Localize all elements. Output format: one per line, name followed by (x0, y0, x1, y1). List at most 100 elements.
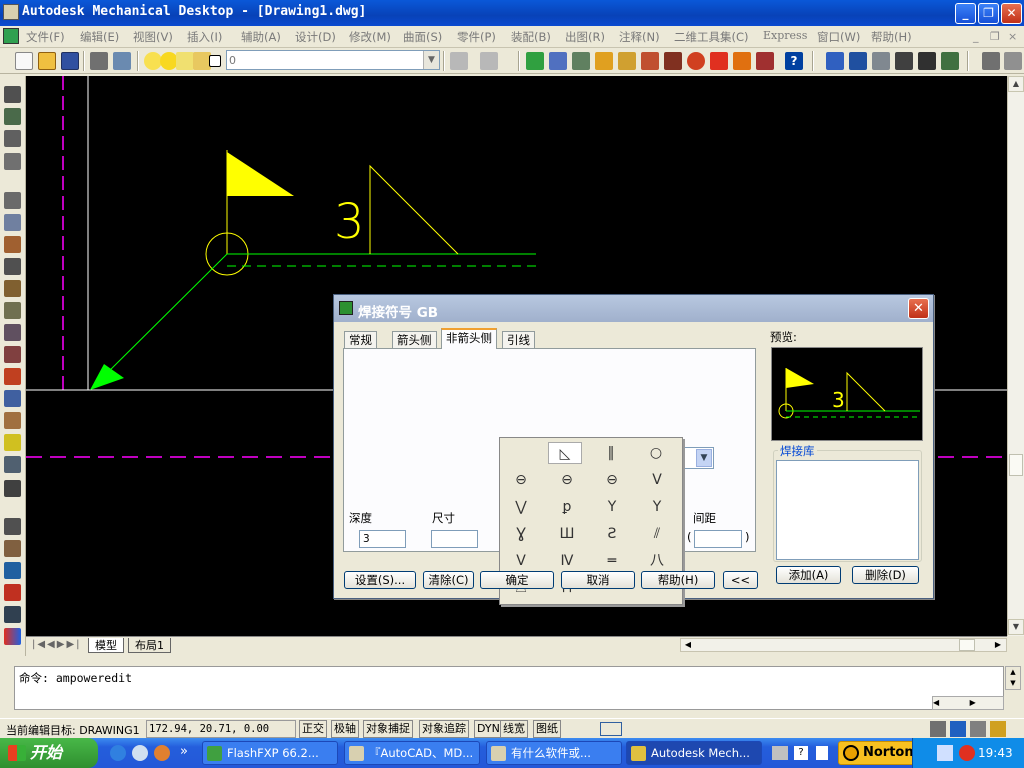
mdi-minimize-button[interactable]: _ (973, 30, 979, 43)
coordinates-readout[interactable]: 172.94, 20.71, 0.00 (146, 720, 296, 738)
menu-edit[interactable]: 编辑(E) (80, 29, 119, 45)
fill-icon[interactable] (687, 52, 705, 70)
brush-icon[interactable] (595, 52, 613, 70)
chevron-down-icon[interactable]: ▼ (696, 449, 712, 467)
help-icon[interactable]: ? (785, 52, 803, 70)
command-scroll[interactable]: ▲ ▼ (1005, 666, 1021, 690)
flag-icon[interactable] (664, 52, 682, 70)
menu-drawing[interactable]: 出图(R) (565, 29, 605, 45)
new-file-icon[interactable] (15, 52, 33, 70)
paint-icon[interactable] (641, 52, 659, 70)
symbol-u-groove[interactable]: Ⅴ (504, 550, 538, 572)
restore-button[interactable]: ❐ (978, 3, 999, 24)
spacing-input[interactable] (694, 530, 742, 548)
toolbar-lock-icon[interactable] (970, 721, 986, 737)
tool-icon[interactable] (733, 52, 751, 70)
mate-icon[interactable] (4, 540, 21, 557)
outlook-icon[interactable] (132, 745, 148, 761)
menu-assembly[interactable]: 装配(B) (511, 29, 551, 45)
mdi-restore-button[interactable]: ❐ (990, 30, 1000, 43)
menu-insert[interactable]: 插入(I) (187, 29, 222, 45)
symbol-surfacing[interactable]: Ƨ (595, 523, 629, 545)
symbol-bevel-groove[interactable]: ⋁ (504, 496, 538, 518)
insert-icon[interactable] (4, 584, 21, 601)
assembly-icon[interactable] (1004, 52, 1022, 70)
fillet-icon[interactable] (4, 368, 21, 385)
inspect-icon[interactable] (756, 52, 774, 70)
minimize-button[interactable]: _ (955, 3, 976, 24)
split-icon[interactable] (4, 480, 21, 497)
keyboard-icon[interactable] (772, 746, 788, 760)
settings-button[interactable]: 设置(S)... (344, 571, 416, 589)
open-folder-icon[interactable] (38, 52, 56, 70)
help-tray-icon[interactable]: ? (794, 746, 808, 760)
app-quicklaunch-icon[interactable] (154, 745, 170, 761)
named-views-icon[interactable] (895, 52, 913, 70)
hole-icon[interactable] (4, 324, 21, 341)
tab-model[interactable]: 模型 (88, 638, 124, 653)
scroll-right-button[interactable]: ▶ (991, 639, 1005, 651)
menu-help[interactable]: 帮助(H) (871, 29, 912, 45)
menu-window[interactable]: 窗口(W) (817, 29, 860, 45)
task-flashfxp[interactable]: FlashFXP 66.2... (202, 741, 338, 765)
shell-icon[interactable] (4, 412, 21, 429)
ortho-toggle[interactable]: 正交 (299, 720, 327, 738)
tab-layout1[interactable]: 布局1 (128, 638, 171, 653)
size-input[interactable] (431, 530, 478, 548)
symbol-y-groove[interactable]: Y (595, 496, 629, 518)
zoom-window-icon[interactable] (872, 52, 890, 70)
sweep-icon[interactable] (4, 280, 21, 297)
chevron-right-icon[interactable]: » (180, 744, 188, 759)
document-edit-icon[interactable] (549, 52, 567, 70)
scroll-left-button[interactable]: ◀ (681, 639, 695, 651)
tab-leader[interactable]: 引线 (502, 331, 535, 349)
tab-other-side[interactable]: 非箭头侧 (441, 328, 497, 349)
menu-assist[interactable]: 辅助(A) (241, 29, 281, 45)
tab-navigation-arrows[interactable]: |◀◀▶▶| (32, 639, 82, 650)
pencil-icon[interactable] (526, 52, 544, 70)
tab-general[interactable]: 常规 (344, 331, 377, 349)
symbol-bevel-root[interactable]: ꝑ (550, 496, 584, 518)
menu-2d-tools[interactable]: 二维工具集(C) (674, 29, 749, 45)
osnap-toggle[interactable]: 对象捕捉 (363, 720, 413, 738)
tab-arrow-side[interactable]: 箭头侧 (392, 331, 437, 349)
command-hscroll[interactable]: ◀ ▶ (932, 696, 1004, 710)
dimension-icon[interactable] (4, 214, 21, 231)
paper-toggle[interactable]: 图纸 (533, 720, 561, 738)
dialog-title-bar[interactable]: 焊接符号 GB ✕ (334, 295, 933, 322)
polar-toggle[interactable]: 极轴 (331, 720, 359, 738)
scroll-thumb[interactable] (1009, 454, 1023, 476)
ie-icon[interactable] (110, 745, 126, 761)
thread-icon[interactable] (4, 346, 21, 363)
wrench-icon[interactable] (930, 721, 946, 737)
scroll-thumb-horizontal[interactable] (959, 639, 975, 651)
symbol-fold[interactable]: ═ (595, 550, 629, 572)
viewport-icon[interactable] (600, 722, 622, 736)
extrude-icon[interactable] (4, 236, 21, 253)
symbol-half-y[interactable]: Ɣ (504, 523, 538, 545)
menu-part[interactable]: 零件(P) (457, 29, 496, 45)
command-history[interactable]: 命令: ampoweredit (14, 666, 1004, 710)
menu-modify[interactable]: 修改(M) (349, 29, 391, 45)
menu-surface[interactable]: 曲面(S) (403, 29, 442, 45)
dyn-toggle[interactable]: DYN (474, 720, 503, 738)
padlock-icon[interactable] (990, 721, 1006, 737)
task-software-question[interactable]: 有什么软件或... (486, 741, 622, 765)
chamfer-icon[interactable] (4, 390, 21, 407)
menu-express[interactable]: Express (763, 29, 807, 42)
mdi-close-button[interactable]: × (1008, 30, 1017, 43)
zoom-icon[interactable] (849, 52, 867, 70)
add-button[interactable]: 添加(A) (776, 566, 841, 584)
security-icon[interactable] (959, 745, 975, 761)
save-icon[interactable] (61, 52, 79, 70)
symbol-flare[interactable]: 八 (640, 550, 674, 572)
window-title-bar[interactable]: Autodesk Mechanical Desktop - [Drawing1.… (0, 0, 1024, 26)
symbol-stud[interactable]: Ш (550, 523, 584, 545)
scroll-up-button[interactable]: ▲ (1008, 76, 1024, 92)
ok-button[interactable]: 确定 (480, 571, 554, 589)
combine-icon[interactable] (4, 456, 21, 473)
symbol-plug[interactable]: ○ (639, 442, 673, 464)
profile-icon[interactable] (4, 108, 21, 125)
constraint-icon[interactable] (4, 192, 21, 209)
symbol-inclined[interactable]: ⫽ (640, 523, 674, 545)
